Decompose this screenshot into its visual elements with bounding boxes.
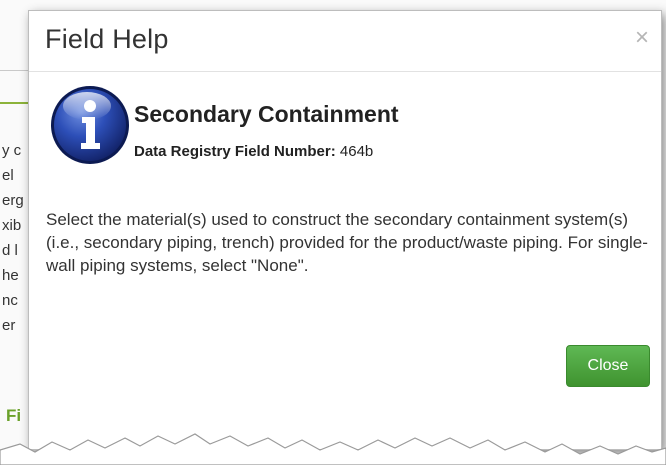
registry-row: Data Registry Field Number: 464b <box>134 143 373 160</box>
info-icon <box>51 86 129 164</box>
field-name: Secondary Containment <box>134 101 399 127</box>
close-icon[interactable]: × <box>635 26 649 50</box>
background-text: erg <box>2 192 24 209</box>
help-text: Select the material(s) used to construct… <box>46 210 648 275</box>
dialog-header: Field Help × <box>29 11 661 72</box>
registry-label: Data Registry Field Number: <box>134 143 336 160</box>
background-text: xib <box>2 217 22 234</box>
background-text: nc <box>2 292 18 309</box>
background-text: el <box>2 167 14 184</box>
background-text: er <box>2 317 16 334</box>
registry-value: 464b <box>339 143 374 160</box>
field-help-dialog: Field Help × Secondary Containment Data … <box>28 10 662 450</box>
background-accent-line <box>0 102 30 104</box>
background-text: d l <box>2 242 18 259</box>
background-text: y c <box>2 142 22 159</box>
background-text: he <box>2 267 19 284</box>
torn-edge <box>0 433 666 465</box>
background-divider <box>0 70 30 71</box>
close-button[interactable]: Close <box>566 345 650 387</box>
dialog-title: Field Help <box>45 24 169 54</box>
